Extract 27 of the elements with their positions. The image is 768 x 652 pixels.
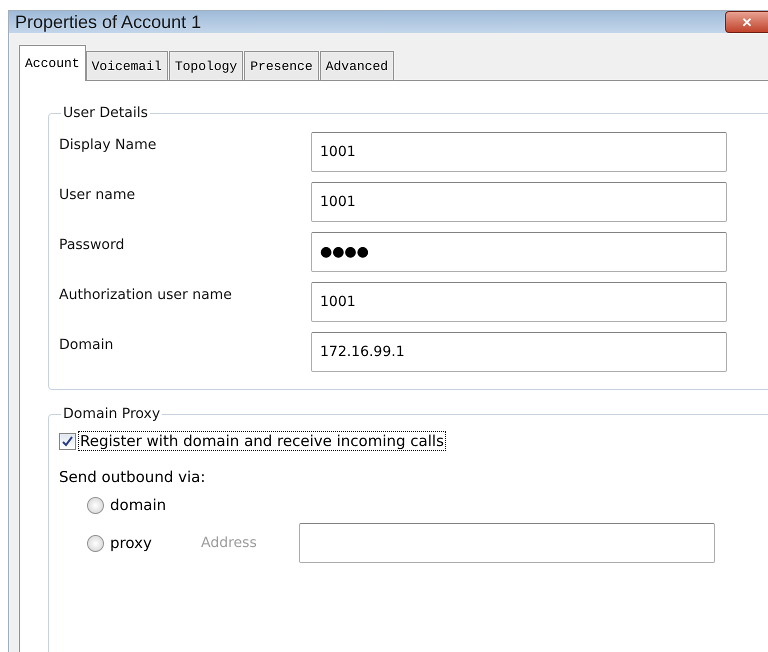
group-title: Domain Proxy (62, 406, 162, 422)
field-label: Password (59, 236, 126, 253)
radio-label[interactable]: proxy (110, 534, 201, 552)
tab[interactable]: Account (19, 45, 86, 81)
tab[interactable]: Advanced (320, 51, 394, 81)
text-field[interactable]: 1001 (311, 132, 727, 172)
field-label: Domain (59, 336, 114, 353)
text-field[interactable]: 172.16.99.1 (311, 332, 727, 372)
window-title: Properties of Account 1 (15, 12, 202, 32)
checkbox-label[interactable]: Register with domain and receive incoming calls (79, 432, 445, 450)
radio-button[interactable] (87, 534, 104, 552)
radio-label[interactable]: domain (110, 496, 201, 514)
address-field[interactable] (299, 523, 715, 563)
group-title: User Details (62, 105, 149, 121)
text-field[interactable]: ●●●● (311, 232, 727, 272)
radio-button[interactable] (87, 496, 104, 514)
tab[interactable]: Voicemail (86, 51, 168, 81)
text-field[interactable]: 1001 (311, 182, 727, 222)
checkbox[interactable] (59, 432, 76, 450)
field-label: Display Name (59, 136, 158, 153)
text-field[interactable]: 1001 (311, 282, 727, 322)
tab[interactable]: Presence (244, 51, 319, 81)
field-label: Address (201, 535, 258, 551)
field-label: Authorization user name (59, 286, 233, 303)
field-label: User name (59, 186, 136, 203)
section-label: Send outbound via: (59, 468, 206, 486)
tab[interactable]: Topology (168, 51, 244, 81)
